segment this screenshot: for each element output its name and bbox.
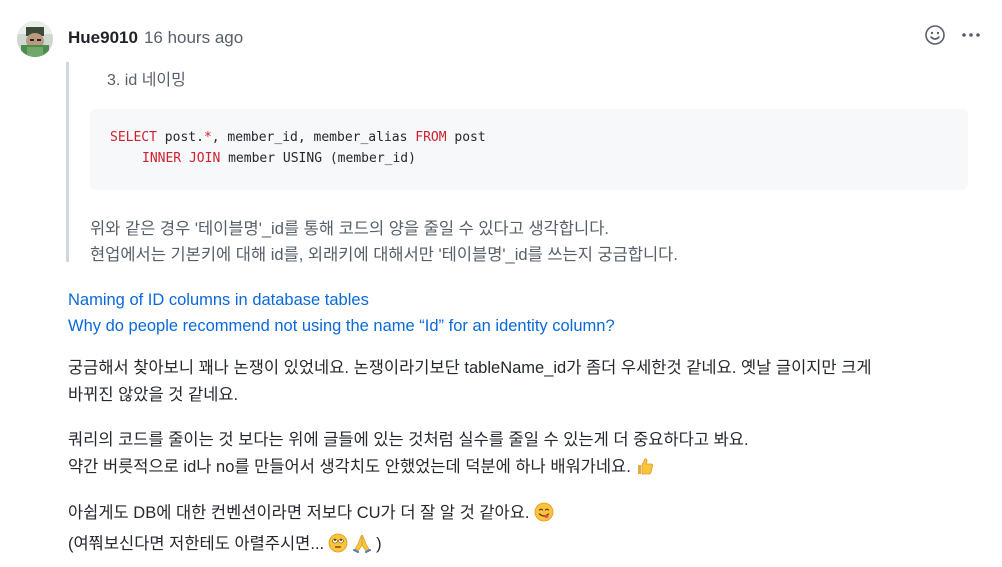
paragraph-line-with-emoji: 아쉽게도 DB에 대한 컨벤션이라면 저보다 CU가 더 잘 알 것 같아요. — [68, 500, 554, 531]
paragraph-line: 약간 버릇적으로 id나 no를 만들어서 생각치도 안했었는데 덕분에 하나 … — [68, 458, 631, 476]
thumbs-up-emoji — [635, 456, 655, 485]
link-why-not-id[interactable]: Why do people recommend not using the na… — [68, 313, 615, 339]
comment-menu-button[interactable] — [960, 24, 982, 46]
sql-keyword: JOIN — [188, 151, 221, 166]
timestamp[interactable]: 16 hours ago — [144, 28, 243, 48]
code-text: member USING (member_id) — [220, 151, 416, 166]
paragraph-line-with-emoji: (여쭤보신다면 저한테도 아렬주시면... ) — [68, 531, 554, 562]
link-naming-id-columns[interactable]: Naming of ID columns in database tables — [68, 287, 615, 313]
quote-text: 현업에서는 기본키에 대해 id를, 외래키에 대해서만 '테이블명'_id를 … — [90, 246, 678, 264]
author-name[interactable]: Hue9010 — [68, 28, 138, 48]
code-text: post. — [156, 130, 204, 145]
code-line: INNER JOIN member USING (member_id) — [142, 151, 416, 166]
comment: Hue9010 16 hours ago 3. id 네이밍 SELECT po… — [0, 0, 1002, 567]
blockquote: 3. id 네이밍 SELECT post.*, member_id, memb… — [66, 62, 973, 264]
paragraph-line: 아쉽게도 DB에 대한 컨벤션이라면 저보다 CU가 더 잘 알 것 같아요. — [68, 504, 530, 522]
code-text: , member_id, member_alias — [211, 130, 416, 145]
add-reaction-button[interactable] — [924, 24, 946, 46]
paragraph-line-with-emoji: 약간 버릇적으로 id나 no를 만들어서 생각치도 안했었는데 덕분에 하나 … — [68, 454, 749, 485]
code-line: SELECT post.*, member_id, member_alias F… — [110, 130, 486, 145]
paragraph-line: (여쭤보신다면 저한테도 아렬주시면... — [68, 535, 325, 553]
paragraph: 쿼리의 코드를 줄이는 것 보다는 위에 글들에 있는 것처럼 실수를 줄일 수… — [68, 427, 749, 485]
paragraph-line: 쿼리의 코드를 줄이는 것 보다는 위에 글들에 있는 것처럼 실수를 줄일 수… — [68, 431, 749, 449]
yum-emoji — [534, 502, 554, 531]
paragraph-line: 바뀌진 않았을 것 같네요. — [68, 386, 239, 404]
sql-operator: * — [203, 130, 212, 145]
sql-keyword: FROM — [415, 130, 447, 145]
paragraph: 궁금해서 찾아보니 꽤나 논쟁이 있었네요. 논쟁이라기보단 tableName… — [68, 355, 872, 409]
paragraph: 아쉽게도 DB에 대한 컨벤션이라면 저보다 CU가 더 잘 알 것 같아요. … — [68, 500, 554, 562]
kebab-horizontal-icon — [962, 33, 980, 37]
sql-keyword: INNER — [142, 151, 182, 166]
sql-keyword: SELECT — [110, 130, 157, 145]
paragraph-line: ) — [376, 535, 382, 553]
avatar-image — [17, 21, 53, 57]
reference-links: Naming of ID columns in database tables … — [68, 287, 615, 339]
code-text: post — [446, 130, 486, 145]
smiley-icon — [925, 25, 945, 45]
folded-hands-emoji — [352, 533, 372, 562]
comment-header: Hue9010 16 hours ago — [68, 28, 243, 50]
comment-actions — [924, 24, 982, 46]
rolling-eyes-emoji — [328, 533, 348, 562]
code-block: SELECT post.*, member_id, member_alias F… — [90, 109, 968, 190]
avatar[interactable] — [17, 21, 53, 57]
paragraph-line: 궁금해서 찾아보니 꽤나 논쟁이 있었네요. 논쟁이라기보단 tableName… — [68, 359, 872, 377]
quote-text: 위와 같은 경우 '테이블명'_id를 통해 코드의 양을 줄일 수 있다고 생… — [90, 220, 609, 238]
quote-heading: 3. id 네이밍 — [107, 72, 186, 89]
